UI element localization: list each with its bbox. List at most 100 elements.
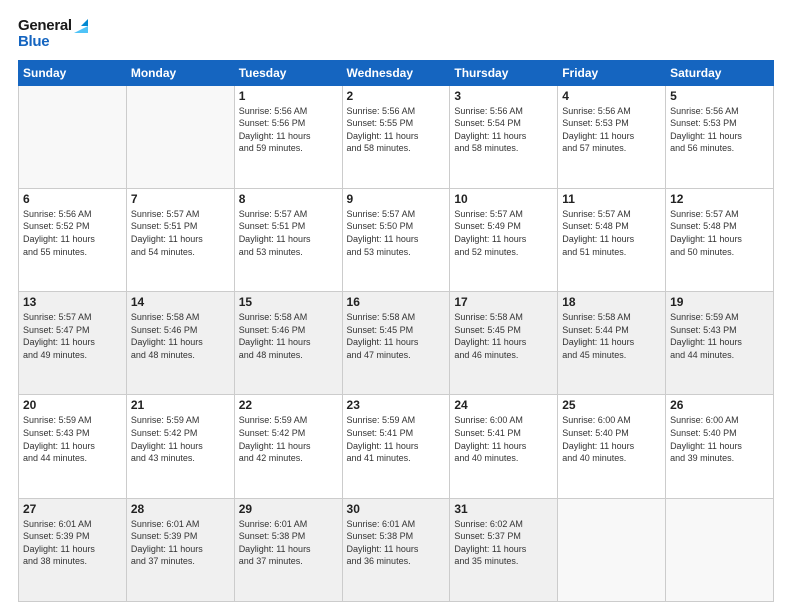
calendar-cell: 22Sunrise: 5:59 AM Sunset: 5:42 PM Dayli…: [234, 395, 342, 498]
day-info: Sunrise: 5:57 AM Sunset: 5:47 PM Dayligh…: [23, 311, 122, 361]
day-info: Sunrise: 5:59 AM Sunset: 5:42 PM Dayligh…: [239, 414, 338, 464]
day-info: Sunrise: 5:58 AM Sunset: 5:45 PM Dayligh…: [454, 311, 553, 361]
calendar-cell: 20 Sunrise: 5:59 AM Sunset: 5:43 PM Dayli…: [19, 395, 127, 498]
calendar-cell: 2 Sunrise: 5:56 AM Sunset: 5:55 PM Daylig…: [342, 85, 450, 188]
calendar-cell: 14 Sunrise: 5:58 AM Sunset: 5:46 PM Dayli…: [126, 292, 234, 395]
day-number: 31: [454, 502, 553, 516]
calendar-cell: [126, 85, 234, 188]
day-number: 13: [23, 295, 122, 309]
day-number: 8: [239, 192, 338, 206]
day-number: 28: [131, 502, 230, 516]
calendar-cell: 12 Sunrise: 5:57 AM Sunset: 5:48 PM Dayli…: [666, 188, 774, 291]
weekday-header-thursday: Thursday: [450, 60, 558, 85]
day-number: 11: [562, 192, 661, 206]
calendar-cell: 24 Sunrise: 6:00 AM Sunset: 5:41 PM Dayli…: [450, 395, 558, 498]
week-row-5: 27 Sunrise: 6:01 AM Sunset: 5:39 PM Dayli…: [19, 498, 774, 601]
calendar-cell: 18 Sunrise: 5:58 AM Sunset: 5:44 PM Dayli…: [558, 292, 666, 395]
calendar-cell: [558, 498, 666, 601]
day-info: Sunrise: 5:58 AM Sunset: 5:46 PM Dayligh…: [131, 311, 230, 361]
calendar-cell: 9Sunrise: 5:57 AM Sunset: 5:50 PM Daylig…: [342, 188, 450, 291]
week-row-4: 20 Sunrise: 5:59 AM Sunset: 5:43 PM Dayli…: [19, 395, 774, 498]
day-info: Sunrise: 6:00 AM Sunset: 5:41 PM Dayligh…: [454, 414, 553, 464]
calendar-cell: 10Sunrise: 5:57 AM Sunset: 5:49 PM Dayli…: [450, 188, 558, 291]
week-row-2: 6 Sunrise: 5:56 AM Sunset: 5:52 PM Daylig…: [19, 188, 774, 291]
calendar-cell: 27 Sunrise: 6:01 AM Sunset: 5:39 PM Dayli…: [19, 498, 127, 601]
day-info: Sunrise: 5:58 AM Sunset: 5:45 PM Dayligh…: [347, 311, 446, 361]
calendar-cell: 1Sunrise: 5:56 AM Sunset: 5:56 PM Daylig…: [234, 85, 342, 188]
day-info: Sunrise: 5:59 AM Sunset: 5:43 PM Dayligh…: [670, 311, 769, 361]
calendar-cell: 15 Sunrise: 5:58 AM Sunset: 5:46 PM Dayli…: [234, 292, 342, 395]
calendar-cell: 4Sunrise: 5:56 AM Sunset: 5:53 PM Daylig…: [558, 85, 666, 188]
calendar-cell: 19 Sunrise: 5:59 AM Sunset: 5:43 PM Dayli…: [666, 292, 774, 395]
day-number: 25: [562, 398, 661, 412]
day-number: 5: [670, 89, 769, 103]
day-info: Sunrise: 5:57 AM Sunset: 5:48 PM Dayligh…: [670, 208, 769, 258]
calendar-cell: 16 Sunrise: 5:58 AM Sunset: 5:45 PM Dayli…: [342, 292, 450, 395]
logo: General Blue: [18, 18, 88, 50]
calendar-cell: 30 Sunrise: 6:01 AM Sunset: 5:38 PM Dayli…: [342, 498, 450, 601]
day-number: 19: [670, 295, 769, 309]
day-info: Sunrise: 5:57 AM Sunset: 5:48 PM Dayligh…: [562, 208, 661, 258]
day-number: 4: [562, 89, 661, 103]
calendar-cell: 7Sunrise: 5:57 AM Sunset: 5:51 PM Daylig…: [126, 188, 234, 291]
day-number: 2: [347, 89, 446, 103]
day-number: 3: [454, 89, 553, 103]
calendar-cell: 6 Sunrise: 5:56 AM Sunset: 5:52 PM Daylig…: [19, 188, 127, 291]
day-info: Sunrise: 5:59 AM Sunset: 5:41 PM Dayligh…: [347, 414, 446, 464]
day-number: 10: [454, 192, 553, 206]
day-info: Sunrise: 5:57 AM Sunset: 5:50 PM Dayligh…: [347, 208, 446, 258]
calendar-cell: 31 Sunrise: 6:02 AM Sunset: 5:37 PM Dayli…: [450, 498, 558, 601]
day-info: Sunrise: 5:58 AM Sunset: 5:44 PM Dayligh…: [562, 311, 661, 361]
day-number: 18: [562, 295, 661, 309]
day-number: 29: [239, 502, 338, 516]
day-number: 14: [131, 295, 230, 309]
day-info: Sunrise: 5:58 AM Sunset: 5:46 PM Dayligh…: [239, 311, 338, 361]
weekday-header-friday: Friday: [558, 60, 666, 85]
day-info: Sunrise: 5:56 AM Sunset: 5:56 PM Dayligh…: [239, 105, 338, 155]
day-info: Sunrise: 6:02 AM Sunset: 5:37 PM Dayligh…: [454, 518, 553, 568]
calendar-cell: 3 Sunrise: 5:56 AM Sunset: 5:54 PM Daylig…: [450, 85, 558, 188]
day-info: Sunrise: 6:00 AM Sunset: 5:40 PM Dayligh…: [562, 414, 661, 464]
calendar-page: General Blue SundayMondayTuesdayWednesda…: [0, 0, 792, 612]
calendar-table: SundayMondayTuesdayWednesdayThursdayFrid…: [18, 60, 774, 603]
week-row-1: 1Sunrise: 5:56 AM Sunset: 5:56 PM Daylig…: [19, 85, 774, 188]
day-info: Sunrise: 5:56 AM Sunset: 5:53 PM Dayligh…: [670, 105, 769, 155]
day-number: 20: [23, 398, 122, 412]
calendar-cell: 11 Sunrise: 5:57 AM Sunset: 5:48 PM Dayli…: [558, 188, 666, 291]
day-number: 15: [239, 295, 338, 309]
calendar-cell: [666, 498, 774, 601]
calendar-cell: 29Sunrise: 6:01 AM Sunset: 5:38 PM Dayli…: [234, 498, 342, 601]
day-number: 12: [670, 192, 769, 206]
day-info: Sunrise: 5:59 AM Sunset: 5:43 PM Dayligh…: [23, 414, 122, 464]
weekday-header-tuesday: Tuesday: [234, 60, 342, 85]
day-info: Sunrise: 5:56 AM Sunset: 5:52 PM Dayligh…: [23, 208, 122, 258]
calendar-cell: 21Sunrise: 5:59 AM Sunset: 5:42 PM Dayli…: [126, 395, 234, 498]
calendar-cell: 26Sunrise: 6:00 AM Sunset: 5:40 PM Dayli…: [666, 395, 774, 498]
weekday-header-row: SundayMondayTuesdayWednesdayThursdayFrid…: [19, 60, 774, 85]
calendar-cell: 5 Sunrise: 5:56 AM Sunset: 5:53 PM Daylig…: [666, 85, 774, 188]
week-row-3: 13 Sunrise: 5:57 AM Sunset: 5:47 PM Dayli…: [19, 292, 774, 395]
day-info: Sunrise: 6:00 AM Sunset: 5:40 PM Dayligh…: [670, 414, 769, 464]
day-info: Sunrise: 5:57 AM Sunset: 5:51 PM Dayligh…: [131, 208, 230, 258]
calendar-cell: [19, 85, 127, 188]
day-info: Sunrise: 5:59 AM Sunset: 5:42 PM Dayligh…: [131, 414, 230, 464]
day-info: Sunrise: 6:01 AM Sunset: 5:38 PM Dayligh…: [347, 518, 446, 568]
logo-svg: General Blue: [18, 18, 88, 50]
day-info: Sunrise: 6:01 AM Sunset: 5:39 PM Dayligh…: [23, 518, 122, 568]
calendar-cell: 8Sunrise: 5:57 AM Sunset: 5:51 PM Daylig…: [234, 188, 342, 291]
weekday-header-saturday: Saturday: [666, 60, 774, 85]
day-number: 27: [23, 502, 122, 516]
day-info: Sunrise: 5:56 AM Sunset: 5:55 PM Dayligh…: [347, 105, 446, 155]
weekday-header-wednesday: Wednesday: [342, 60, 450, 85]
day-number: 30: [347, 502, 446, 516]
day-info: Sunrise: 6:01 AM Sunset: 5:39 PM Dayligh…: [131, 518, 230, 568]
weekday-header-sunday: Sunday: [19, 60, 127, 85]
day-number: 17: [454, 295, 553, 309]
day-info: Sunrise: 5:56 AM Sunset: 5:54 PM Dayligh…: [454, 105, 553, 155]
calendar-cell: 28 Sunrise: 6:01 AM Sunset: 5:39 PM Dayli…: [126, 498, 234, 601]
calendar-cell: 17 Sunrise: 5:58 AM Sunset: 5:45 PM Dayli…: [450, 292, 558, 395]
calendar-cell: 13 Sunrise: 5:57 AM Sunset: 5:47 PM Dayli…: [19, 292, 127, 395]
day-number: 16: [347, 295, 446, 309]
day-number: 24: [454, 398, 553, 412]
day-number: 6: [23, 192, 122, 206]
